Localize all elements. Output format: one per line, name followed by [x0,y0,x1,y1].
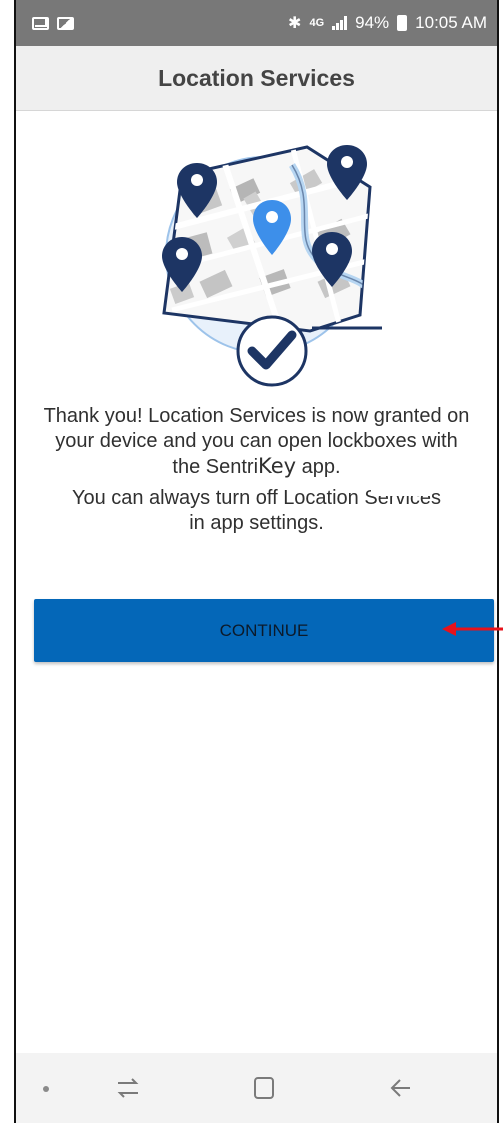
app-name-key: Key [258,454,297,478]
page-title: Location Services [158,64,355,91]
signal-icon [332,16,348,30]
app-header: Location Services [16,46,497,111]
continue-button[interactable]: CONTINUE [34,599,494,662]
status-bar-left [32,16,74,30]
navigation-bar [16,1053,497,1123]
status-time: 10:05 AM [415,13,487,32]
map-check-icon [162,145,382,387]
red-arrow-annotation [442,622,503,636]
message-prefix: the Sentri [172,456,259,478]
phone-screen: ✱ 4G 94% 10:05 AM Location Services Than… [14,0,499,1123]
lte-icon: 4G [309,17,325,29]
status-bar: ✱ 4G 94% 10:05 AM [16,0,497,46]
mail-icon [32,16,49,30]
message-line-1: Thank you! Location Services is now gran… [43,405,470,427]
dot-icon [43,1086,49,1092]
redaction-box [371,464,431,496]
battery-percent: 94% [355,13,390,32]
bluetooth-icon: ✱ [288,15,302,32]
status-bar-right: ✱ 4G 94% 10:05 AM [288,13,487,33]
message-line-5: in app settings. [189,512,324,534]
message-suffix: app. [296,456,341,478]
photo-icon [57,16,74,30]
recent-apps-icon[interactable] [114,1075,142,1101]
home-icon[interactable] [252,1075,276,1101]
back-icon[interactable] [388,1075,414,1101]
message-line-2: your device and you can open lockboxes w… [55,430,458,452]
battery-icon [397,15,408,31]
